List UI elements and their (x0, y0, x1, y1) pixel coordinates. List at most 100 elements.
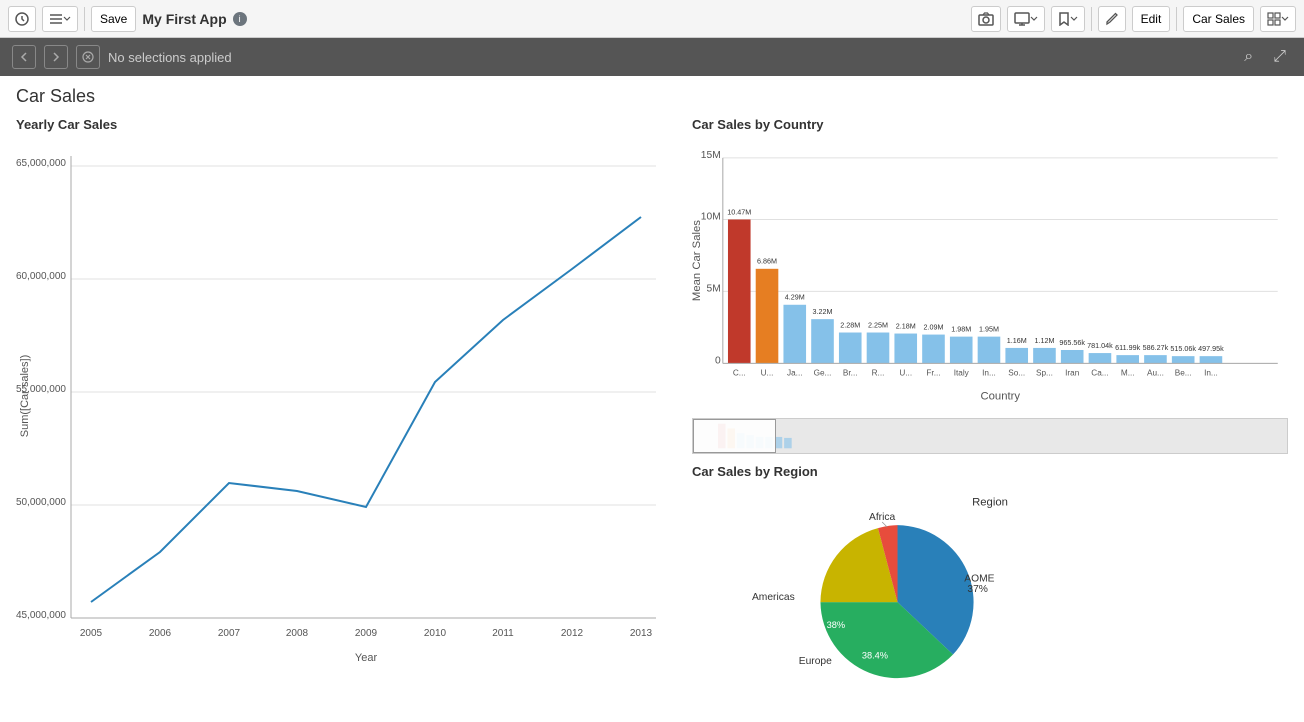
svg-text:Au...: Au... (1147, 369, 1164, 378)
svg-text:U...: U... (761, 369, 774, 378)
svg-text:6.86M: 6.86M (757, 257, 777, 266)
svg-text:5M: 5M (707, 283, 721, 294)
bar-chart-container[interactable]: 15M 10M 5M 0 Mean Car Sales (692, 136, 1288, 416)
bar-Ge (811, 319, 834, 363)
yearly-chart-container[interactable]: 65,000,000 60,000,000 55,000,000 50,000,… (16, 136, 676, 696)
bar-Br (839, 333, 862, 364)
svg-text:Ge...: Ge... (814, 369, 832, 378)
bar-U1 (756, 269, 779, 364)
main-content: Car Sales Yearly Car Sales 65,000,000 60… (0, 76, 1304, 717)
yearly-chart-svg: 65,000,000 60,000,000 55,000,000 50,000,… (16, 136, 676, 696)
svg-text:586.27k: 586.27k (1143, 343, 1169, 352)
bar-Fr (922, 335, 945, 364)
bar-chart-svg: 15M 10M 5M 0 Mean Car Sales (692, 136, 1288, 416)
bar-U2 (894, 334, 917, 364)
monitor-btn[interactable] (1007, 6, 1045, 32)
svg-text:2009: 2009 (355, 628, 378, 639)
svg-text:Year: Year (355, 652, 378, 664)
svg-text:Ca...: Ca... (1091, 369, 1108, 378)
pie-chart-svg: Region (692, 487, 1288, 707)
toolbar: Save My First App i Edit Car Sales (0, 0, 1304, 38)
svg-text:3.22M: 3.22M (813, 307, 833, 316)
search-icon[interactable]: ⌕ (1238, 46, 1259, 68)
expand-icon[interactable]: ⤢ (1267, 46, 1292, 68)
save-button[interactable]: Save (91, 6, 136, 32)
left-panel: Yearly Car Sales 65,000,000 60,000,000 5… (16, 117, 676, 707)
sel-clear-icon[interactable] (76, 45, 100, 69)
svg-text:2005: 2005 (80, 628, 103, 639)
bookmark-btn[interactable] (1051, 6, 1085, 32)
svg-text:10M: 10M (701, 211, 721, 222)
bar-In2 (1200, 356, 1223, 363)
svg-text:Be...: Be... (1175, 369, 1192, 378)
bar-In1 (978, 337, 1001, 364)
svg-text:45,000,000: 45,000,000 (16, 610, 66, 621)
minimap-bar[interactable] (692, 418, 1288, 454)
selection-bar: No selections applied ⌕ ⤢ (0, 38, 1304, 76)
svg-text:U...: U... (899, 369, 912, 378)
svg-text:2.18M: 2.18M (896, 321, 916, 330)
list-btn[interactable] (42, 6, 78, 32)
svg-text:0: 0 (715, 355, 721, 366)
svg-text:Region: Region (972, 497, 1008, 509)
bar-M (1116, 355, 1139, 363)
pie-chart-container[interactable]: Region (692, 487, 1288, 707)
svg-text:10.47M: 10.47M (727, 207, 751, 216)
svg-text:1.12M: 1.12M (1034, 336, 1054, 345)
sel-forward-icon[interactable] (44, 45, 68, 69)
svg-text:65,000,000: 65,000,000 (16, 158, 66, 169)
svg-text:Iran: Iran (1065, 369, 1080, 378)
svg-text:2011: 2011 (492, 628, 514, 639)
back-forward-btn[interactable] (8, 6, 36, 32)
svg-text:1.98M: 1.98M (951, 324, 971, 333)
svg-text:2.25M: 2.25M (868, 320, 888, 329)
svg-text:Italy: Italy (954, 369, 970, 378)
app-title: My First App (142, 11, 226, 27)
svg-text:37%: 37% (967, 584, 988, 595)
toolbar-right: Edit Car Sales (971, 6, 1296, 32)
svg-text:So...: So... (1008, 369, 1025, 378)
toolbar-divider-1 (84, 7, 85, 31)
toolbar-left: Save My First App i (8, 6, 965, 32)
pencil-btn[interactable] (1098, 6, 1126, 32)
svg-text:In...: In... (1204, 369, 1218, 378)
svg-text:1.95M: 1.95M (979, 324, 999, 333)
svg-text:781.04k: 781.04k (1087, 341, 1113, 350)
camera-btn[interactable] (971, 6, 1001, 32)
svg-text:Fr...: Fr... (926, 369, 940, 378)
svg-text:2.09M: 2.09M (923, 322, 943, 331)
svg-text:2006: 2006 (149, 628, 172, 639)
svg-text:515.06k: 515.06k (1170, 344, 1196, 353)
info-icon[interactable]: i (233, 12, 247, 26)
svg-text:2007: 2007 (218, 628, 241, 639)
sel-right-icons: ⌕ ⤢ (1238, 46, 1292, 68)
bar-C (728, 219, 751, 363)
grid-btn[interactable] (1260, 6, 1296, 32)
toolbar-divider-2 (1091, 7, 1092, 31)
svg-text:Europe: Europe (799, 656, 832, 667)
svg-text:965.56k: 965.56k (1059, 338, 1085, 347)
minimap-selection (693, 419, 776, 453)
sel-back-icon[interactable] (12, 45, 36, 69)
svg-text:15M: 15M (701, 150, 721, 161)
svg-text:2008: 2008 (286, 628, 309, 639)
no-selections-text: No selections applied (108, 50, 1230, 65)
svg-text:38.4%: 38.4% (801, 668, 830, 679)
bar-chart-title: Car Sales by Country (692, 117, 1288, 132)
right-panel: Car Sales by Country 15M 10M 5M 0 Mean C… (692, 117, 1288, 707)
svg-text:Country: Country (980, 390, 1020, 402)
svg-text:R...: R... (872, 369, 885, 378)
svg-text:50,000,000: 50,000,000 (16, 497, 66, 508)
bar-Sp (1033, 348, 1056, 363)
sheet-label-btn[interactable]: Car Sales (1183, 6, 1254, 32)
svg-text:Americas: Americas (752, 592, 795, 603)
minimap-svg (693, 419, 1287, 453)
svg-text:2.28M: 2.28M (840, 320, 860, 329)
edit-button[interactable]: Edit (1132, 6, 1171, 32)
svg-text:Mean Car Sales: Mean Car Sales (692, 220, 703, 301)
bar-Be (1172, 356, 1195, 363)
svg-text:2013: 2013 (630, 628, 653, 639)
charts-layout: Yearly Car Sales 65,000,000 60,000,000 5… (16, 117, 1288, 707)
svg-text:Br...: Br... (843, 369, 858, 378)
yearly-chart-title: Yearly Car Sales (16, 117, 676, 132)
